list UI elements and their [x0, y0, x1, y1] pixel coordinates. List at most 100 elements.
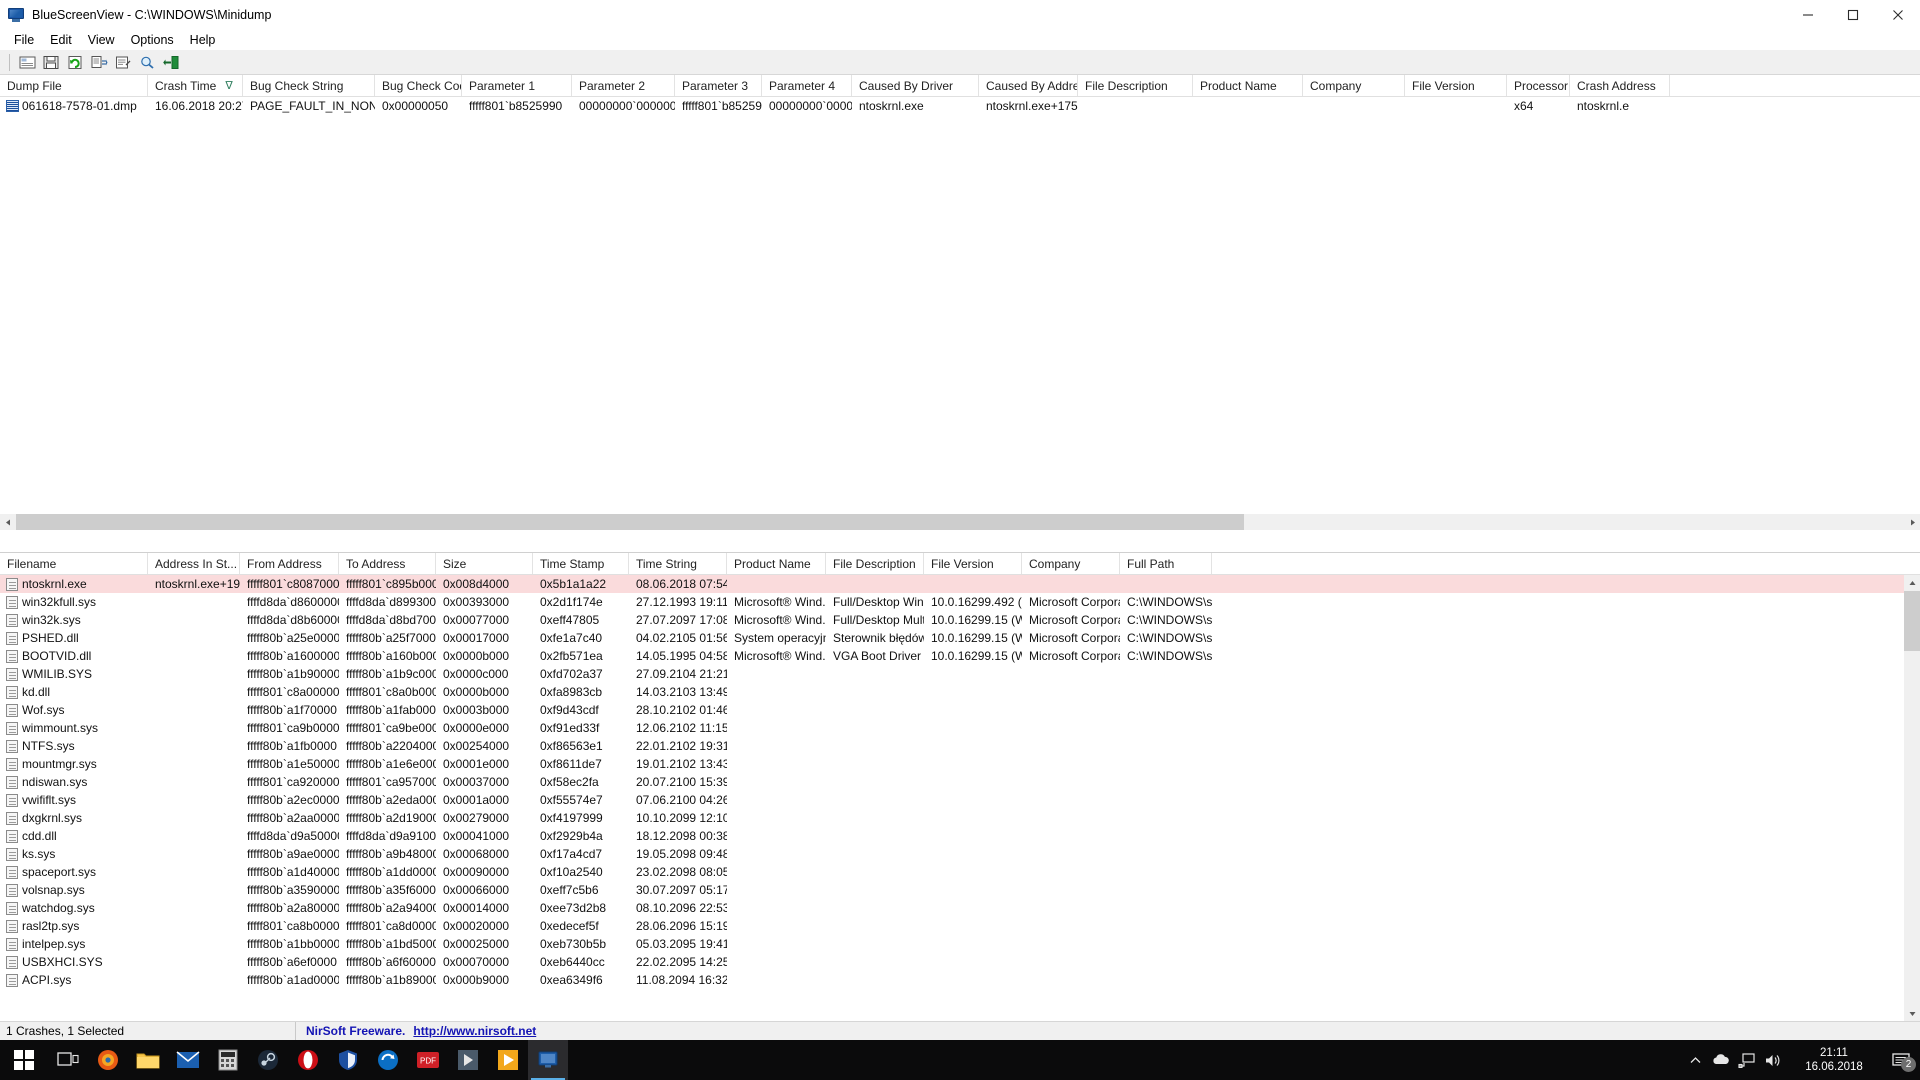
column-header-label: File Version [931, 557, 994, 571]
menu-view[interactable]: View [80, 31, 123, 49]
opera-icon[interactable] [288, 1040, 328, 1080]
table-row[interactable]: 061618-7578-01.dmp 16.06.2018 20:27:11 PAG… [0, 97, 1920, 115]
clock[interactable]: 21:11 16.06.2018 [1786, 1040, 1882, 1080]
table-row[interactable]: ACPI.sys fffff80b`a1ad0000 fffff80b`a1b890… [0, 971, 1904, 989]
media-player-icon[interactable] [488, 1040, 528, 1080]
table-row[interactable]: dxgkrnl.sys fffff80b`a2aa0000 fffff80b`a2d… [0, 809, 1904, 827]
column-header[interactable]: File Description [1078, 75, 1193, 96]
table-row[interactable]: spaceport.sys fffff80b`a1d40000 fffff80b`a… [0, 863, 1904, 881]
crash-list-hscrollbar[interactable] [0, 514, 1920, 530]
copy-icon[interactable] [88, 52, 110, 73]
menu-file[interactable]: File [6, 31, 42, 49]
calculator-icon[interactable] [208, 1040, 248, 1080]
column-header[interactable]: Processor [1507, 75, 1570, 96]
driver-list-vscrollbar[interactable] [1904, 575, 1920, 1021]
table-row[interactable]: kd.dll fffff801`c8a00000 fffff801`c8a0b000… [0, 683, 1904, 701]
table-row[interactable]: watchdog.sys fffff80b`a2a80000 fffff80b`a2… [0, 899, 1904, 917]
column-header[interactable]: Address In St...∕ [148, 553, 240, 574]
exit-icon[interactable] [160, 52, 182, 73]
scroll-up-arrow[interactable] [1904, 575, 1920, 591]
column-header[interactable]: Time Stamp [533, 553, 629, 574]
table-row[interactable]: ntoskrnl.exe ntoskrnl.exe+19ccf7 fffff801`… [0, 575, 1904, 593]
column-header[interactable]: Time String [629, 553, 727, 574]
network-icon[interactable] [1734, 1040, 1760, 1080]
menu-options[interactable]: Options [123, 31, 182, 49]
save-icon[interactable] [40, 52, 62, 73]
pdf-icon[interactable]: PDF [408, 1040, 448, 1080]
table-row[interactable]: intelpep.sys fffff80b`a1bb0000 fffff80b`a1… [0, 935, 1904, 953]
column-header[interactable]: Bug Check String [243, 75, 375, 96]
refresh-icon[interactable] [64, 52, 86, 73]
column-header[interactable]: Parameter 1 [462, 75, 572, 96]
column-header[interactable]: Bug Check Code [375, 75, 462, 96]
file-explorer-icon[interactable] [128, 1040, 168, 1080]
nirsoft-link[interactable]: http://www.nirsoft.net [413, 1024, 536, 1038]
table-row[interactable]: volsnap.sys fffff80b`a3590000 fffff80b`a35… [0, 881, 1904, 899]
column-header[interactable]: File Description [826, 553, 924, 574]
hscroll-track[interactable] [16, 514, 1904, 530]
shield-icon[interactable] [328, 1040, 368, 1080]
table-row[interactable]: ks.sys fffff80b`a9ae0000 fffff80b`a9b48000… [0, 845, 1904, 863]
scroll-right-arrow[interactable] [1904, 514, 1920, 530]
table-row[interactable]: mountmgr.sys fffff80b`a1e50000 fffff80b`a1… [0, 755, 1904, 773]
minimize-button[interactable] [1785, 0, 1830, 30]
table-row[interactable]: BOOTVID.dll fffff80b`a1600000 fffff80b`a16… [0, 647, 1904, 665]
sync-icon[interactable] [368, 1040, 408, 1080]
column-header[interactable]: Caused By Address [979, 75, 1078, 96]
column-header[interactable]: To Address [339, 553, 436, 574]
start-button[interactable] [0, 1040, 48, 1080]
task-view-icon[interactable] [48, 1040, 88, 1080]
scroll-down-arrow[interactable] [1904, 1005, 1920, 1021]
column-header[interactable]: Full Path [1120, 553, 1212, 574]
action-center-button[interactable]: 2 [1882, 1040, 1920, 1080]
chevron-up-icon[interactable] [1682, 1040, 1708, 1080]
column-header[interactable]: Product Name [727, 553, 826, 574]
maximize-button[interactable] [1830, 0, 1875, 30]
table-row[interactable]: Wof.sys fffff80b`a1f70000 fffff80b`a1fab00… [0, 701, 1904, 719]
table-row[interactable]: NTFS.sys fffff80b`a1fb0000 fffff80b`a22040… [0, 737, 1904, 755]
column-header[interactable]: Parameter 4 [762, 75, 852, 96]
column-header[interactable]: Filename [0, 553, 148, 574]
column-header[interactable]: Company [1303, 75, 1405, 96]
properties-icon[interactable] [16, 52, 38, 73]
table-row[interactable]: win32kfull.sys ffffd8da`d8600000 ffffd8da`… [0, 593, 1904, 611]
table-row[interactable]: cdd.dll ffffd8da`d9a50000 ffffd8da`d9a9100… [0, 827, 1904, 845]
speaker-icon[interactable] [1760, 1040, 1786, 1080]
firefox-icon[interactable] [88, 1040, 128, 1080]
column-header[interactable]: Parameter 2 [572, 75, 675, 96]
table-row[interactable]: PSHED.dll fffff80b`a25e0000 fffff80b`a25f7… [0, 629, 1904, 647]
cloud-icon[interactable] [1708, 1040, 1734, 1080]
hscroll-thumb[interactable] [16, 514, 1244, 530]
bluescreenview-icon[interactable] [528, 1040, 568, 1080]
table-row[interactable]: WMILIB.SYS fffff80b`a1b90000 fffff80b`a1b9… [0, 665, 1904, 683]
table-row[interactable]: vwififlt.sys fffff80b`a2ec0000 fffff80b`a2… [0, 791, 1904, 809]
column-header[interactable]: File Version [924, 553, 1022, 574]
column-header[interactable]: File Version [1405, 75, 1507, 96]
menu-edit[interactable]: Edit [42, 31, 80, 49]
column-header[interactable]: Dump File [0, 75, 148, 96]
mail-icon[interactable] [168, 1040, 208, 1080]
column-header[interactable]: Product Name [1193, 75, 1303, 96]
column-header[interactable]: Caused By Driver [852, 75, 979, 96]
table-row[interactable]: win32k.sys ffffd8da`d8b60000 ffffd8da`d8bd… [0, 611, 1904, 629]
html-report-icon[interactable] [112, 52, 134, 73]
scroll-left-arrow[interactable] [0, 514, 16, 530]
app-icon[interactable] [448, 1040, 488, 1080]
table-row[interactable]: wimmount.sys fffff801`ca9b0000 fffff801`ca… [0, 719, 1904, 737]
find-icon[interactable] [136, 52, 158, 73]
table-cell: fffff801`c8a0b000 [339, 683, 436, 701]
table-row[interactable]: rasl2tp.sys fffff801`ca8b0000 fffff801`ca8… [0, 917, 1904, 935]
column-header[interactable]: Company [1022, 553, 1120, 574]
close-button[interactable] [1875, 0, 1920, 30]
table-row[interactable]: ndiswan.sys fffff801`ca920000 fffff801`ca9… [0, 773, 1904, 791]
column-header[interactable]: Crash Time ∇ [148, 75, 243, 96]
table-row[interactable]: USBXHCI.SYS fffff80b`a6ef0000 fffff80b`a6f… [0, 953, 1904, 971]
column-header[interactable]: Parameter 3 [675, 75, 762, 96]
table-cell: fffff80b`a1b9c000 [339, 665, 436, 683]
column-header[interactable]: From Address [240, 553, 339, 574]
steam-icon[interactable] [248, 1040, 288, 1080]
vscroll-thumb[interactable] [1904, 591, 1920, 651]
column-header[interactable]: Crash Address [1570, 75, 1670, 96]
column-header[interactable]: Size [436, 553, 533, 574]
menu-help[interactable]: Help [182, 31, 224, 49]
